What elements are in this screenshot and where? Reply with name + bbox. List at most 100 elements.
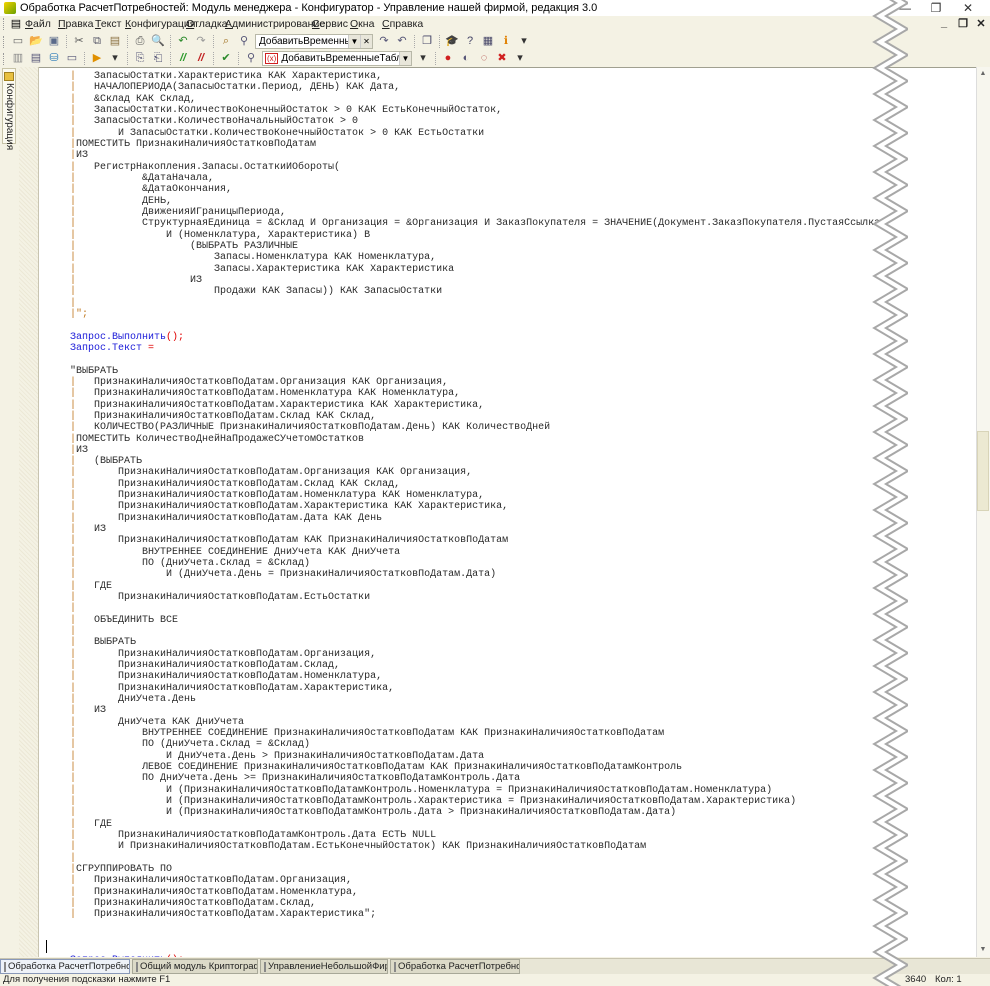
form-wizard-icon[interactable]: ▦ xyxy=(480,34,496,49)
info-icon[interactable]: ℹ xyxy=(498,34,514,49)
find-previous-icon[interactable]: ↶ xyxy=(394,34,410,49)
menu-item-8[interactable]: Справка xyxy=(382,18,423,30)
code-line: | ПризнакиНаличияОстатковПоДатам.Организ… xyxy=(70,376,449,388)
code-identifier: Запрос.Выполнить xyxy=(70,331,167,343)
code-line: |ИЗ xyxy=(70,444,89,456)
app-logo-icon xyxy=(4,2,16,14)
breakpoint-icon[interactable]: ● xyxy=(440,51,456,66)
text-editor-toolbar: ▥▤⛁▭▶▾⎘⎗////✔⚲(x)ДобавитьВременныеТаблиц… xyxy=(0,50,880,67)
window-tab-label: Обработка РасчетПотребно... xyxy=(8,961,130,972)
database-icon[interactable]: ⛁ xyxy=(46,51,62,66)
window-tab[interactable]: УправлениеНебольшойФир... xyxy=(260,959,388,974)
scroll-down-arrow-icon[interactable]: ▼ xyxy=(977,944,989,956)
toolbar2-grip[interactable] xyxy=(3,52,6,65)
cut-icon[interactable]: ✂ xyxy=(71,34,87,49)
status-column: Кол: 1 xyxy=(935,974,962,985)
search-combo[interactable]: ДобавитьВременныеТ▼✕ xyxy=(255,34,373,49)
code-line: | xyxy=(70,297,77,309)
clear-search-icon[interactable]: ✕ xyxy=(360,35,372,48)
breakpoint-condition-icon[interactable]: ◐ xyxy=(458,51,474,66)
object-icon[interactable]: ▤ xyxy=(28,51,44,66)
toolbar-separator xyxy=(170,52,171,65)
toolbar-separator xyxy=(439,35,440,48)
configuration-tab[interactable]: Конфигурация xyxy=(2,68,16,150)
form-icon[interactable]: ▭ xyxy=(64,51,80,66)
dropdown-icon[interactable]: ▾ xyxy=(107,51,123,66)
new-document-icon[interactable]: ▭ xyxy=(10,34,26,49)
mdi-minimize-button[interactable]: _ xyxy=(936,17,952,31)
copy-icon[interactable]: ⧉ xyxy=(89,34,105,49)
status-hint: Для получения подсказки нажмите F1 xyxy=(3,974,171,985)
chevron-down-icon[interactable]: ▼ xyxy=(399,52,411,65)
dropdown-icon[interactable]: ▾ xyxy=(415,51,431,66)
code-line: | ПризнакиНаличияОстатковПоДатам.Номенкл… xyxy=(70,490,485,502)
redo-icon[interactable]: ↷ xyxy=(193,34,209,49)
save-icon[interactable]: ▣ xyxy=(46,34,62,49)
procedure-input[interactable]: ДобавитьВременныеТаблицыГ xyxy=(278,53,399,64)
find-icon[interactable]: ⚲ xyxy=(236,34,252,49)
toolbar-separator xyxy=(435,52,436,65)
mdi-restore-button[interactable]: ❐ xyxy=(955,17,971,31)
menu-item-6[interactable]: Сервис xyxy=(312,18,348,30)
procedure-combo[interactable]: (x)ДобавитьВременныеТаблицыГ▼ xyxy=(262,51,412,66)
document-menu-icon[interactable]: ▤ xyxy=(10,17,22,32)
scroll-up-arrow-icon[interactable]: ▲ xyxy=(977,68,989,80)
code-editor[interactable]: | ЗапасыОстатки.Характеристика КАК Харак… xyxy=(39,67,976,957)
toolbar-separator xyxy=(414,35,415,48)
code-line: | ПО (ДниУчета.Склад = &Склад) xyxy=(70,739,311,751)
disable-breakpoint-icon[interactable]: ◌ xyxy=(476,51,492,66)
restore-button[interactable]: ❐ xyxy=(924,0,948,16)
menu-item-1[interactable]: Правка xyxy=(58,18,93,30)
toolbar1-grip[interactable] xyxy=(3,35,6,48)
window-tab[interactable]: Обработка РасчетПотребно... xyxy=(0,959,130,974)
module-icon[interactable]: ▥ xyxy=(10,51,26,66)
close-button[interactable]: ✕ xyxy=(956,0,980,16)
insert-text-icon[interactable]: ⎗ xyxy=(150,51,166,66)
undo-icon[interactable]: ↶ xyxy=(175,34,191,49)
menu-item-4[interactable]: Отладка xyxy=(186,18,228,30)
code-line: |ИЗ xyxy=(70,150,89,162)
check-syntax-icon[interactable]: ✔ xyxy=(218,51,234,66)
print-preview-icon[interactable]: 🔍 xyxy=(150,34,166,49)
chevron-down-icon[interactable]: ▼ xyxy=(348,35,360,48)
find-in-files-icon[interactable]: ⌕ xyxy=(218,34,234,49)
toolbar-grip[interactable] xyxy=(3,18,6,30)
open-icon[interactable]: 📂 xyxy=(28,34,44,49)
remove-breakpoints-icon[interactable]: ✖ xyxy=(494,51,510,66)
insert-template-icon[interactable]: ⎘ xyxy=(132,51,148,66)
code-line: | ПризнакиНаличияОстатковПоДатам.Склад К… xyxy=(70,478,401,490)
menu-item-5[interactable]: Администрирование xyxy=(225,18,325,30)
code-line: | ПризнакиНаличияОстатковПоДатам.Характе… xyxy=(70,682,395,694)
vertical-scrollbar[interactable] xyxy=(976,67,990,957)
toolbar-separator xyxy=(238,52,239,65)
find-next-icon[interactable]: ↷ xyxy=(376,34,392,49)
window-tab[interactable]: Обработка РасчетПотребно... xyxy=(390,959,520,974)
window-tab[interactable]: Общий модуль Криптограф... xyxy=(132,959,258,974)
procedures-icon[interactable]: ⚲ xyxy=(243,51,259,66)
comment-icon[interactable]: // xyxy=(175,51,191,66)
scrollbar-thumb[interactable] xyxy=(977,431,989,511)
windows-icon[interactable]: ❐ xyxy=(419,34,435,49)
menu-item-3[interactable]: Конфигурация xyxy=(125,18,195,30)
syntax-assistant-icon[interactable]: 🎓 xyxy=(444,34,460,49)
more-icon[interactable]: ▾ xyxy=(512,51,528,66)
menu-item-2[interactable]: Текст xyxy=(95,18,121,30)
mdi-close-button[interactable]: ✕ xyxy=(973,17,989,31)
code-line: | ЗапасыОстатки.КоличествоНачальныйОстат… xyxy=(70,116,359,128)
menu-item-7[interactable]: Окна xyxy=(350,18,374,30)
minimize-button[interactable]: — xyxy=(893,0,917,16)
document-icon xyxy=(4,961,6,972)
code-line: | И ЗапасыОстатки.КоличествоКонечныйОста… xyxy=(70,127,485,139)
run-debug-icon[interactable]: ▶ xyxy=(89,51,105,66)
editor-gutter[interactable] xyxy=(19,67,39,957)
paste-icon[interactable]: ▤ xyxy=(107,34,123,49)
toolbar-separator xyxy=(213,35,214,48)
uncomment-icon[interactable]: // xyxy=(193,51,209,66)
code-line: | ПризнакиНаличияОстатковПоДатам.ЕстьОст… xyxy=(70,592,371,604)
query-wizard-icon[interactable]: ? xyxy=(462,34,478,49)
code-line: | ПризнакиНаличияОстатковПоДатам.Организ… xyxy=(70,648,377,660)
menu-item-0[interactable]: Файл xyxy=(25,18,51,30)
search-input[interactable]: ДобавитьВременныеТ xyxy=(256,36,348,47)
more-icon[interactable]: ▾ xyxy=(516,34,532,49)
print-icon[interactable]: ⎙ xyxy=(132,34,148,49)
